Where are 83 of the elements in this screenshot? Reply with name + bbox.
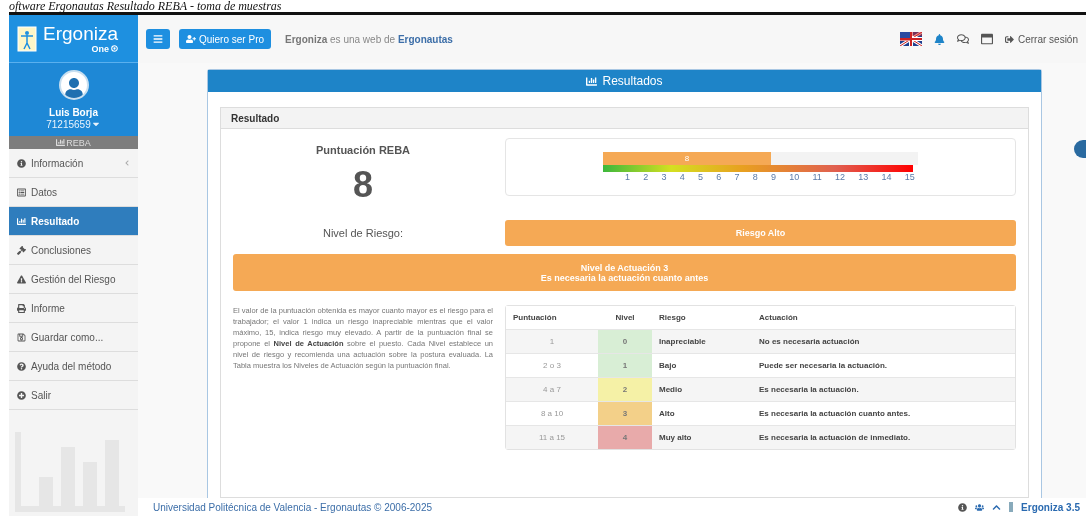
menu-item[interactable]: Resultado — [9, 207, 138, 236]
print-icon — [17, 303, 26, 313]
chevron-icon — [124, 160, 130, 166]
warning-icon — [17, 274, 26, 284]
menu-button[interactable] — [146, 29, 170, 49]
scale-label: 2 — [643, 172, 649, 182]
scale-label: 10 — [789, 172, 800, 182]
logo-subtitle: One — [91, 43, 109, 54]
action-banner: Nivel de Actuación 3 Es necesaria la actuación cuanto antes — [233, 254, 1016, 291]
table-cell-text: Medio — [658, 384, 684, 396]
window-icon[interactable] — [980, 33, 993, 45]
bar-chart-icon — [586, 75, 598, 87]
table-cell-text: 11 a 15 — [537, 432, 567, 444]
scale-label: 1 — [625, 172, 630, 182]
level-cell: 2 — [598, 378, 652, 401]
table-cell-text: No es necesaria actuación — [758, 336, 861, 348]
up-icon[interactable] — [992, 502, 1002, 512]
table-cell-text: Bajo — [658, 360, 678, 372]
score-label: Puntuación REBA — [315, 144, 411, 156]
user-name: Luis Borja — [49, 106, 98, 118]
footer-text: Universidad Politécnica de Valencia - Ergonautas © 2006-2025 — [153, 501, 433, 513]
scale-label: 12 — [835, 172, 846, 182]
section-title: Resultado — [221, 108, 1028, 129]
flag-icon[interactable] — [899, 32, 922, 46]
logout-link[interactable]: Cerrar sesión — [1004, 33, 1078, 45]
scale-label: 4 — [679, 172, 685, 182]
level-cell: 3 — [598, 402, 652, 425]
scale-label: 3 — [661, 172, 667, 182]
section-header: REBA — [66, 137, 91, 148]
chat-icon[interactable] — [956, 33, 969, 45]
level-cell: 4 — [598, 426, 652, 449]
level-cell: 1 — [598, 354, 652, 377]
table-cell-text: 4 a 7 — [542, 384, 562, 396]
gauge-fill: 8 — [603, 152, 771, 165]
column-header: Puntuación — [512, 312, 558, 324]
menu-icon — [153, 34, 163, 44]
table-cell-text: Alto — [658, 408, 676, 420]
info-icon — [17, 158, 26, 168]
version-link[interactable]: Ergoniza 3.5 — [1021, 501, 1080, 513]
scale-label: 13 — [858, 172, 869, 182]
scale-label: 14 — [881, 172, 892, 182]
table-cell-text: 2 o 3 — [542, 360, 562, 372]
bar-chart-icon — [56, 138, 66, 147]
avatar-icon — [58, 69, 89, 100]
table-cell-text: Es necesaria la actuación. — [758, 384, 860, 396]
table-cell-text: Muy alto — [658, 432, 693, 444]
scale-label: 6 — [716, 172, 722, 182]
column-header: Nivel — [614, 312, 636, 324]
scale-label: 5 — [698, 172, 703, 182]
level-cell: 0 — [598, 330, 652, 353]
scale-label: 9 — [771, 172, 776, 182]
users-icon[interactable] — [975, 502, 985, 512]
info-icon[interactable] — [958, 502, 968, 512]
scale-label: 11 — [812, 172, 822, 182]
target-icon — [111, 45, 118, 52]
table-cell-text: Es necesaria la actuación cuanto antes. — [758, 408, 912, 420]
table-cell-text: 8 a 10 — [539, 408, 565, 420]
panel-title: Resultados — [602, 74, 663, 88]
score-value: 8 — [353, 164, 373, 206]
bar-chart-icon — [17, 216, 26, 226]
logout-icon — [1004, 34, 1014, 44]
bar-icon — [1009, 502, 1014, 512]
user-plus-icon — [186, 34, 196, 44]
table-cell-text: Puede ser necesaria la actuación. — [758, 360, 889, 372]
table-cell-text: Inapreciable — [658, 336, 707, 348]
risk-label: Nivel de Riesgo: — [321, 227, 405, 239]
risk-banner: Riesgo Alto — [505, 220, 1016, 246]
save-icon — [17, 332, 26, 342]
column-header: Riesgo — [658, 312, 687, 324]
table-cell-text: Es necesaria la actuación de inmediato. — [758, 432, 912, 444]
gavel-icon — [17, 245, 26, 255]
caption: oftware Ergonautas Resultado REBA - toma de muestras — [9, 0, 282, 12]
help-icon — [17, 361, 26, 371]
scale-label: 8 — [752, 172, 758, 182]
table-cell-text: 1 — [548, 336, 556, 348]
user-id-dropdown[interactable]: 71215659 — [46, 118, 101, 130]
tagline: Ergoniza es una web de Ergonautas — [285, 33, 453, 45]
list-icon — [17, 187, 26, 197]
column-header: Actuación — [758, 312, 799, 324]
figure-logo-icon[interactable] — [17, 25, 39, 52]
scale-label: 7 — [734, 172, 740, 182]
bell-icon[interactable] — [933, 33, 945, 45]
scale-label: 15 — [904, 172, 915, 182]
